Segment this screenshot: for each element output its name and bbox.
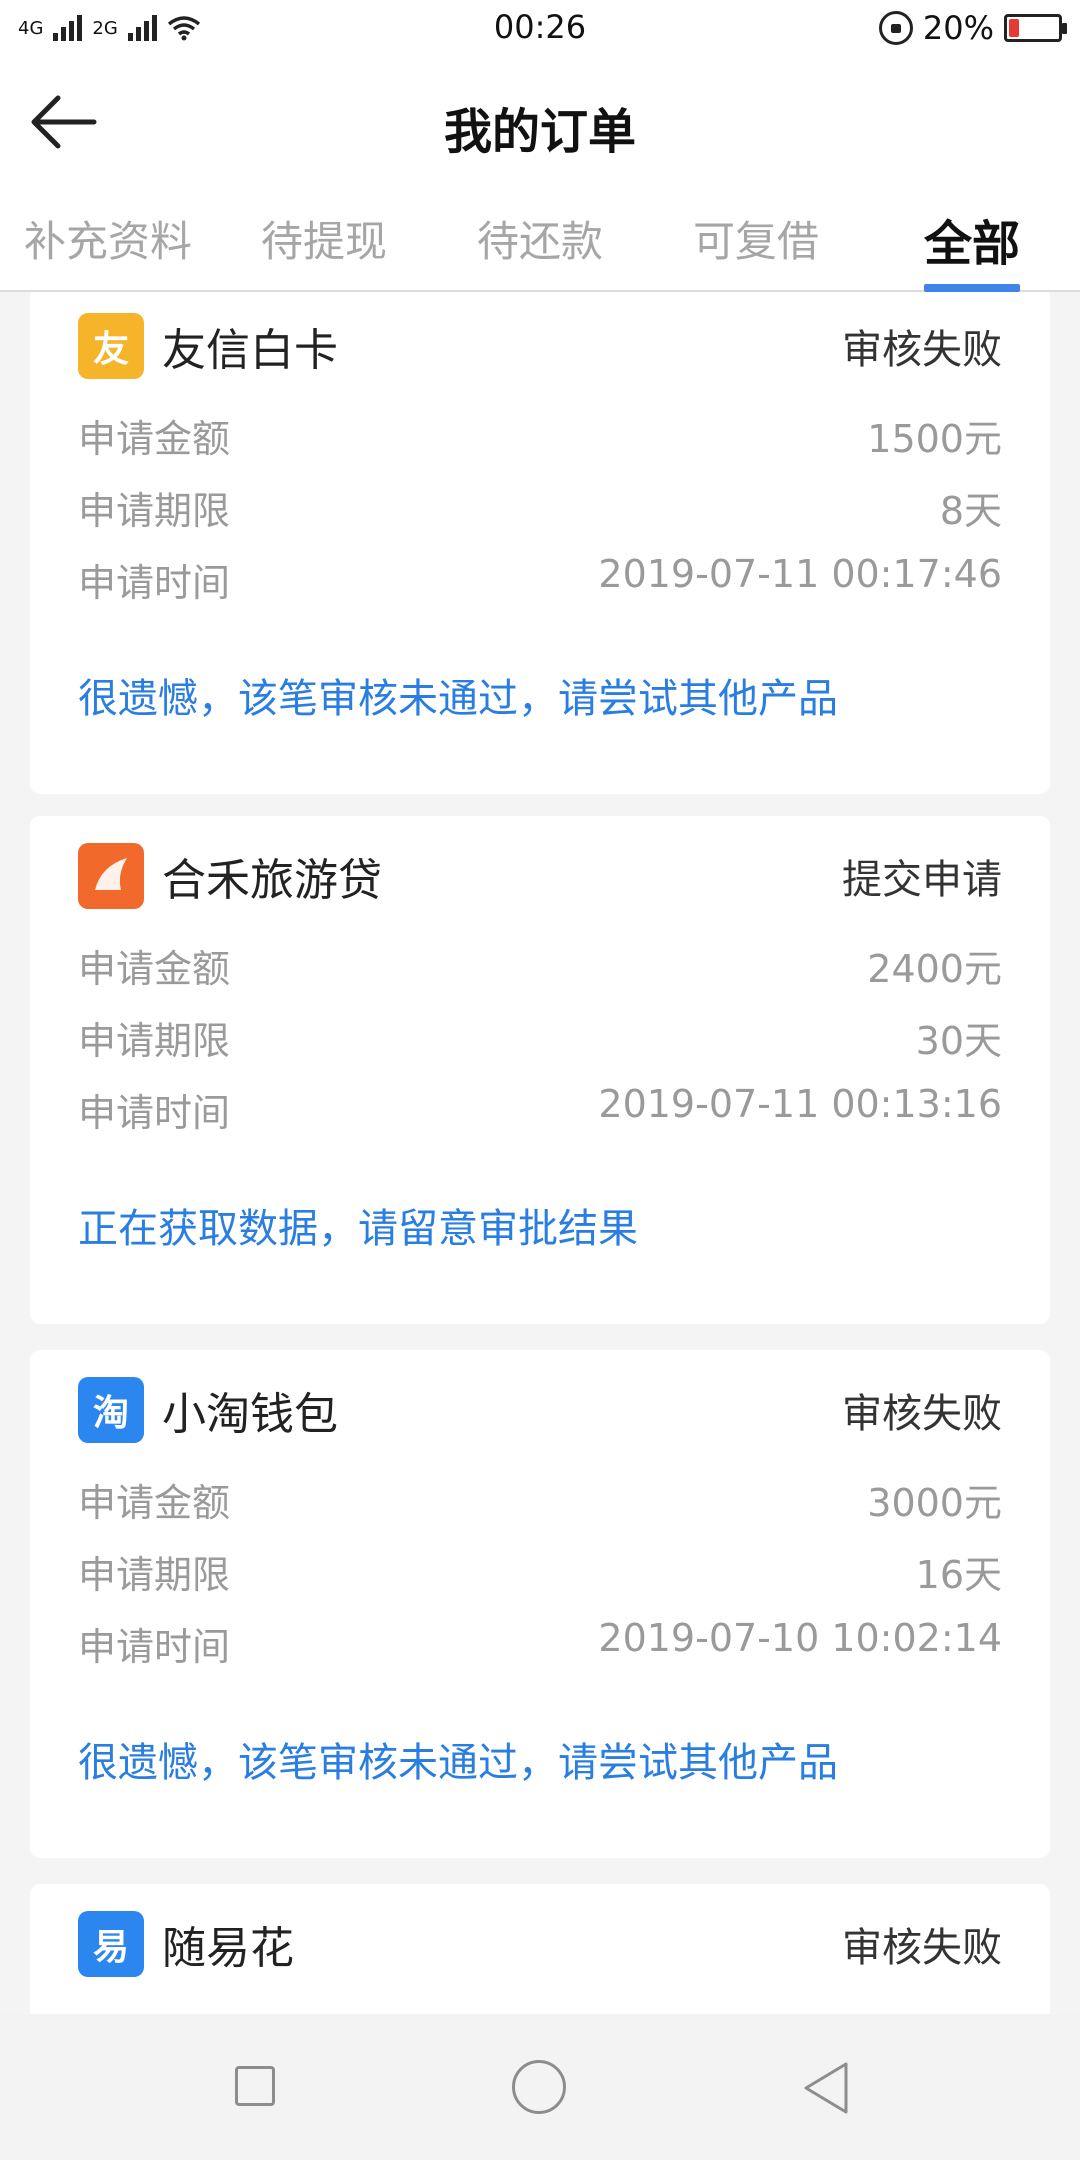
rotation-lock-icon (878, 11, 913, 45)
bird-shape (95, 858, 127, 890)
system-nav-bar (0, 2014, 1080, 2160)
time-label: 申请时间 (78, 1625, 231, 1669)
term-label: 申请期限 (78, 489, 231, 533)
amount-label: 申请金额 (78, 947, 231, 991)
product-name: 友信白卡 (162, 325, 338, 376)
active-tab-indicator (924, 284, 1020, 292)
logo-glyph: 淘 (92, 1393, 129, 1434)
order-tabs: 补充资料 待提现 待还款 可复借 全部 (0, 186, 1080, 292)
amount-value: 2400元 (867, 947, 1002, 991)
hehe-travel-logo-icon (78, 843, 144, 909)
term-row: 申请期限 30天 (78, 1010, 1002, 1070)
recent-apps-icon[interactable] (235, 2066, 275, 2106)
time-row: 申请时间 2019-07-11 00:17:46 (78, 552, 1002, 612)
tab-label: 可复借 (692, 217, 819, 266)
amount-value: 3000元 (867, 1481, 1002, 1525)
term-label: 申请期限 (78, 1553, 231, 1597)
term-value: 8天 (939, 489, 1002, 533)
amount-row: 申请金额 1500元 (78, 408, 1002, 468)
order-card[interactable]: 友友信白卡 审核失败申请金额 1500元申请期限 8天申请时间 2019-07-11 0… (30, 292, 1050, 794)
time-value: 2019-07-11 00:17:46 (598, 552, 1002, 596)
term-value: 16天 (915, 1553, 1002, 1597)
app-header: 我的订单 (0, 56, 1080, 186)
time-value: 2019-07-11 00:13:16 (598, 1082, 1002, 1126)
amount-label: 申请金额 (78, 417, 231, 461)
tab-2[interactable]: 待还款 (432, 186, 648, 290)
battery-level (1009, 19, 1019, 37)
term-row: 申请期限 16天 (78, 1544, 1002, 1604)
amount-row: 申请金额 3000元 (78, 1472, 1002, 1532)
tab-1[interactable]: 待提现 (216, 186, 432, 290)
order-card[interactable]: 淘小淘钱包 审核失败申请金额 3000元申请期限 16天申请时间 2019-07-10 … (30, 1350, 1050, 1858)
battery-icon (1004, 14, 1067, 42)
amount-value: 1500元 (867, 417, 1002, 461)
card-header: 友友信白卡 审核失败 (78, 312, 1002, 380)
clock: 00:26 (493, 8, 587, 46)
order-card[interactable]: 易随易花 审核失败 (30, 1884, 1050, 2014)
amount-row: 申请金额 2400元 (78, 938, 1002, 998)
tab-3[interactable]: 可复借 (648, 186, 864, 290)
order-note: 很遗憾，该笔审核未通过，请尝试其他产品 (78, 676, 838, 722)
time-label: 申请时间 (78, 561, 231, 605)
tab-4[interactable]: 全部 (864, 186, 1080, 292)
logo-glyph: 友 (92, 329, 129, 370)
term-value: 30天 (915, 1019, 1002, 1063)
product-name: 合禾旅游贷 (162, 855, 382, 906)
card-header: 淘小淘钱包 审核失败 (78, 1376, 1002, 1444)
order-status: 审核失败 (842, 327, 1002, 373)
time-label: 申请时间 (78, 1091, 231, 1135)
home-icon[interactable] (512, 2060, 566, 2114)
tab-label: 待还款 (476, 217, 603, 266)
page-title: 我的订单 (443, 104, 636, 160)
card-header: 易随易花 审核失败 (78, 1910, 1002, 1978)
logo-glyph: 易 (92, 1927, 129, 1968)
time-row: 申请时间 2019-07-10 10:02:14 (78, 1616, 1002, 1676)
card-header: 合禾旅游贷 提交申请 (78, 842, 1002, 910)
order-status: 提交申请 (842, 857, 1002, 903)
amount-label: 申请金额 (78, 1481, 231, 1525)
time-row: 申请时间 2019-07-11 00:13:16 (78, 1082, 1002, 1142)
order-card[interactable]: 合禾旅游贷 提交申请申请金额 2400元申请期限 30天申请时间 2019-07-11 … (30, 816, 1050, 1324)
order-list[interactable]: 友友信白卡 审核失败 申请金额 1500元 申请期限 8天 申请时间 2019-07-11 0… (0, 292, 1080, 2014)
order-status: 审核失败 (842, 1391, 1002, 1437)
order-note: 很遗憾，该笔审核未通过，请尝试其他产品 (78, 1740, 838, 1786)
tao-logo-icon: 淘 (78, 1377, 144, 1443)
tab-label: 待提现 (260, 217, 387, 266)
term-row: 申请期限 8天 (78, 480, 1002, 540)
product-name: 随易花 (162, 1923, 294, 1974)
order-status: 审核失败 (842, 1925, 1002, 1971)
tab-label: 补充资料 (23, 217, 192, 266)
time-value: 2019-07-10 10:02:14 (598, 1616, 1002, 1660)
term-label: 申请期限 (78, 1019, 231, 1063)
status-bar: 4G 2G 00:26 20% (0, 0, 1080, 56)
tab-0[interactable]: 补充资料 (0, 186, 216, 290)
product-name: 小淘钱包 (162, 1389, 338, 1440)
order-note: 正在获取数据，请留意审批结果 (78, 1206, 638, 1252)
you-logo-icon: 友 (78, 313, 144, 379)
tab-label: 全部 (923, 216, 1020, 272)
nav-back-icon[interactable] (800, 2060, 852, 2116)
yi-logo-icon: 易 (78, 1911, 144, 1977)
